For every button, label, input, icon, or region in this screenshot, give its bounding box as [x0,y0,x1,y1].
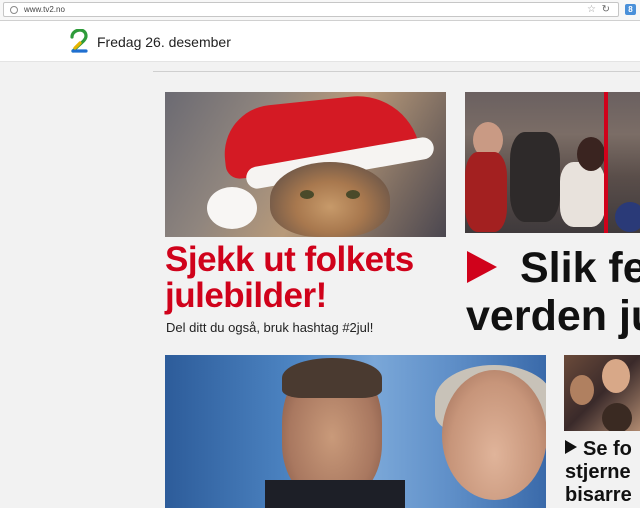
person-shape [615,202,640,232]
tv2-logo[interactable] [69,29,89,55]
article-image-selfie[interactable] [564,355,640,431]
person-shape [602,359,630,393]
article-headline[interactable]: verden ju [466,292,640,340]
headline-line-2: stjerne [565,461,631,483]
bookmark-star-icon[interactable]: ☆ [587,3,596,16]
person-shape [510,132,560,222]
person-suit-shape [265,480,405,508]
cat-eye-right [346,190,360,199]
address-bar[interactable]: www.tv2.no ☆ ↻ [3,2,619,17]
person-shape [602,403,632,431]
person-shape [570,375,594,405]
current-date: Fredag 26. desember [97,34,231,50]
play-icon[interactable] [467,251,497,283]
person-shape [465,152,507,232]
headline-line-1: Se fo [565,438,640,461]
cat-eye-left [300,190,314,199]
globe-icon [10,6,18,14]
person-shape [577,137,605,171]
article-headline[interactable]: Sjekk ut folkets julebilder! [165,242,455,314]
reload-icon[interactable]: ↻ [602,3,610,16]
browser-toolbar: www.tv2.no ☆ ↻ 8 [0,0,640,21]
santa-hat-pompom-shape [207,187,257,229]
person-hair-shape [282,358,382,398]
url-text: www.tv2.no [24,5,65,14]
article-image-cat[interactable] [165,92,446,237]
person-shape [560,162,605,227]
person-shape [442,370,546,500]
cat-face-shape [270,162,390,237]
article-image-crowd[interactable] [465,92,640,233]
article-headline[interactable]: Slik fe [520,244,640,292]
site-header: Fredag 26. desember [0,21,640,62]
headline-line-3: bisarre [565,484,632,506]
article-subtitle[interactable]: Del ditt du også, bruk hashtag #2jul! [166,320,373,335]
divider [153,71,640,72]
play-icon [565,440,577,454]
image-edge-accent [604,92,608,233]
article-headline[interactable]: Se fo stjerne bisarre [565,438,640,507]
article-image-tv[interactable] [165,355,546,508]
extension-icon[interactable]: 8 [625,4,636,15]
